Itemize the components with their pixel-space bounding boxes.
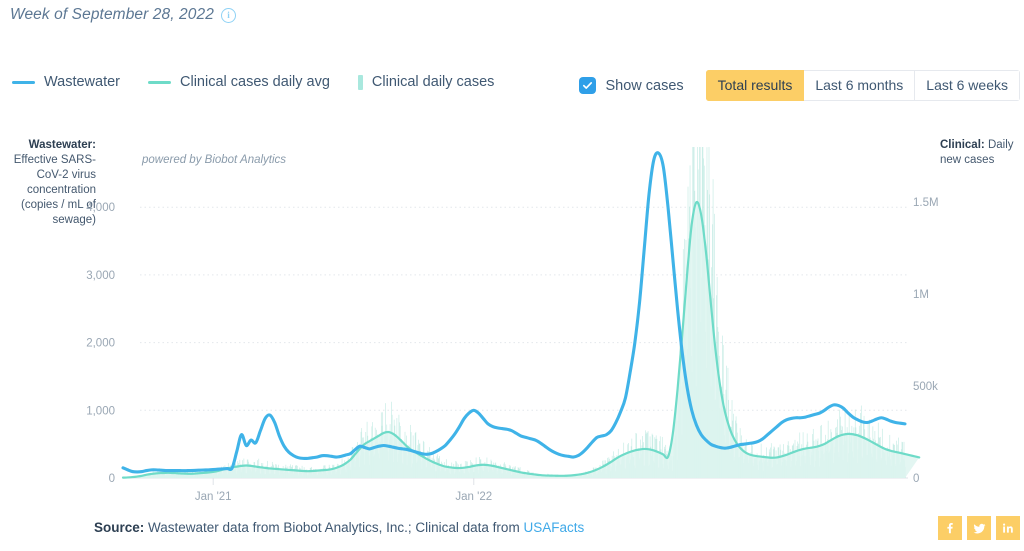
svg-text:0: 0	[109, 473, 115, 485]
svg-text:2,000: 2,000	[86, 338, 115, 350]
svg-text:0: 0	[913, 473, 919, 485]
show-cases-label: Show cases	[605, 77, 684, 94]
legend-swatch-line	[12, 80, 35, 84]
page-title-text: Week of September 28, 2022	[10, 6, 214, 23]
svg-text:Jan '21: Jan '21	[195, 491, 232, 500]
legend-item-clinical-daily[interactable]: Clinical daily cases	[357, 74, 495, 90]
svg-text:500k: 500k	[913, 381, 938, 393]
range-option-total-results[interactable]: Total results	[705, 70, 805, 102]
facebook-share-button[interactable]	[938, 516, 962, 540]
svg-text:3,000: 3,000	[86, 270, 115, 282]
legend-swatch-bar	[357, 74, 363, 90]
legend-item-clinical-avg[interactable]: Clinical cases daily avg	[148, 74, 330, 90]
chart-legend: Wastewater Clinical cases daily avg Clin…	[12, 74, 494, 90]
usafacts-link[interactable]: USAFacts	[523, 520, 584, 535]
svg-text:4,000: 4,000	[86, 202, 115, 214]
range-segmented-control: Total results Last 6 months Last 6 weeks	[705, 70, 1020, 102]
page-title: Week of September 28, 2022 i	[10, 6, 236, 24]
range-option-last-6-weeks[interactable]: Last 6 weeks	[915, 70, 1020, 102]
chart-plot-area[interactable]: 0 1,000 2,000 3,000 4,000 0 500k 1M 1.5M Jan '21 J…	[0, 120, 1024, 500]
social-share-buttons	[938, 516, 1020, 540]
svg-text:1,000: 1,000	[86, 405, 115, 417]
linkedin-share-button[interactable]	[996, 516, 1020, 540]
twitter-share-button[interactable]	[967, 516, 991, 540]
svg-text:Jan '22: Jan '22	[455, 491, 492, 500]
legend-item-wastewater[interactable]: Wastewater	[12, 74, 120, 90]
source-text: Wastewater data from Biobot Analytics, I…	[148, 520, 520, 535]
source-note: Source: Wastewater data from Biobot Anal…	[94, 520, 584, 535]
legend-label: Clinical daily cases	[371, 74, 495, 90]
wastewater-chart-page: Week of September 28, 2022 i Wastewater …	[0, 0, 1024, 551]
source-label: Source:	[94, 520, 145, 535]
info-circle-icon[interactable]: i	[220, 7, 236, 23]
legend-label: Wastewater	[44, 74, 121, 90]
checkbox-checked-icon[interactable]	[579, 77, 597, 95]
chart-controls: Show cases Total results Last 6 months L…	[579, 70, 1020, 102]
svg-text:1M: 1M	[913, 289, 929, 301]
legend-swatch-line	[148, 80, 172, 84]
svg-text:1.5M: 1.5M	[913, 197, 939, 209]
show-cases-checkbox[interactable]: Show cases	[579, 77, 684, 95]
legend-label: Clinical cases daily avg	[180, 74, 330, 90]
range-option-last-6-months[interactable]: Last 6 months	[804, 70, 916, 102]
